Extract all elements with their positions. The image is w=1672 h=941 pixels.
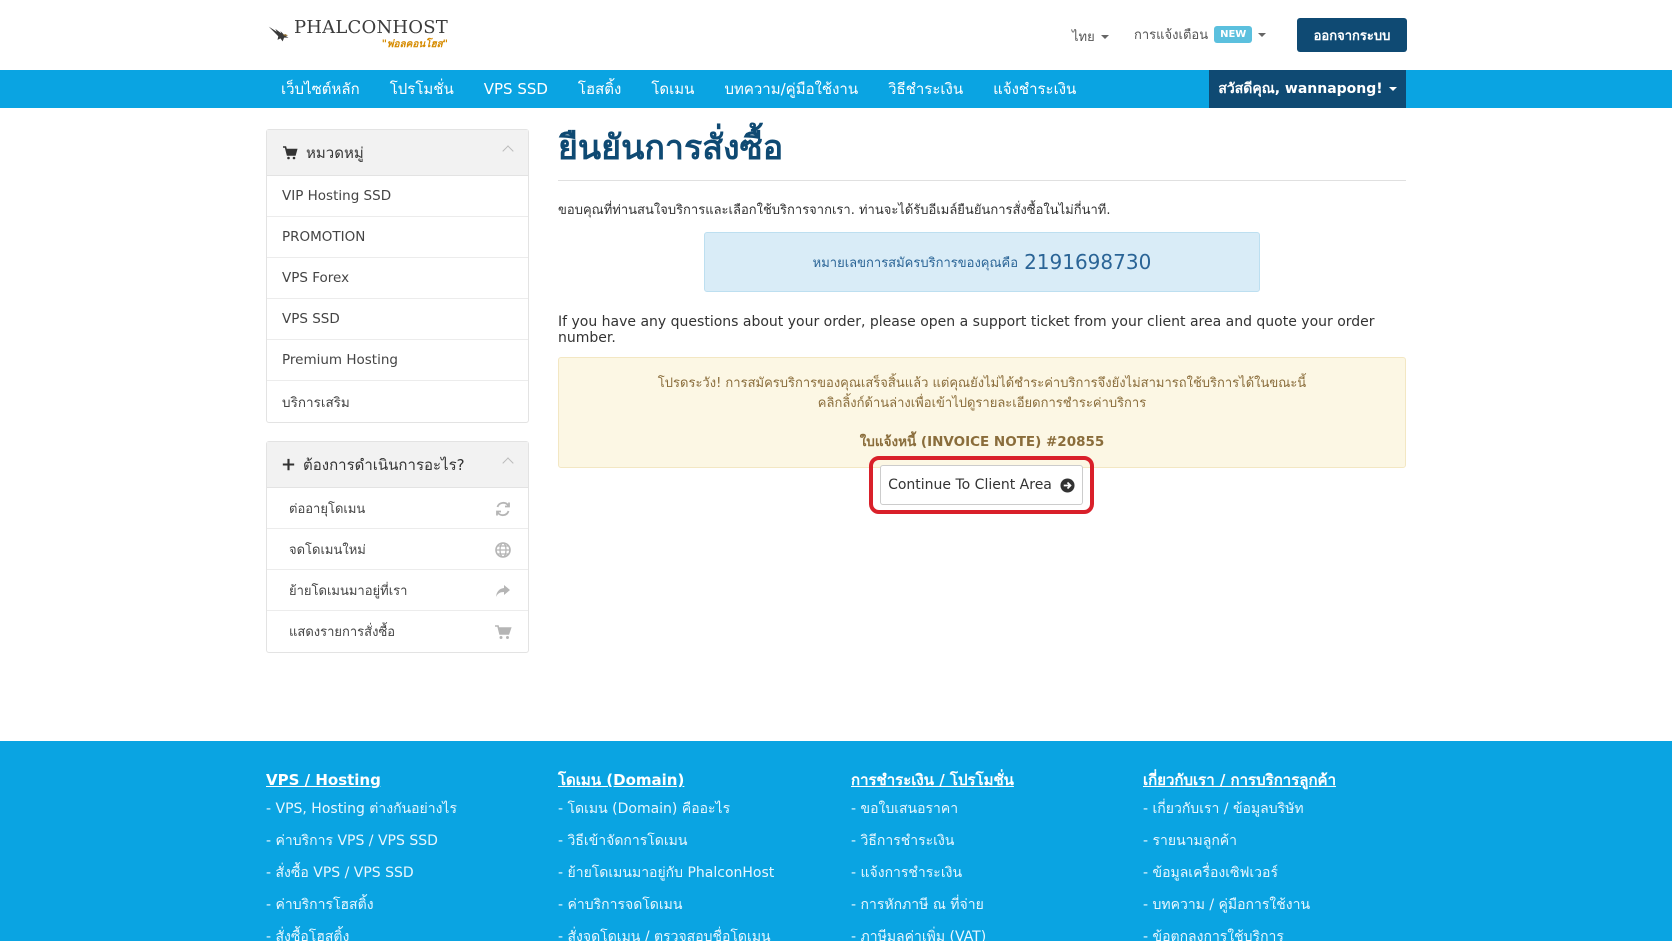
phalconhost-logo[interactable]: PHALCONHOST "พ่อลคอนโฮส" xyxy=(268,10,448,58)
footer-heading[interactable]: โดเมน (Domain) xyxy=(558,767,838,793)
footer-link[interactable]: - ย้ายโดเมนมาอยู่กับ PhalconHost xyxy=(558,857,838,889)
plus-icon xyxy=(282,458,295,471)
footer-link[interactable]: - ภาษีมูลค่าเพิ่ม (VAT) xyxy=(851,921,1131,941)
support-message: If you have any questions about your ord… xyxy=(558,314,1375,346)
chevron-up-icon xyxy=(502,457,514,469)
continue-to-client-area-button[interactable]: Continue To Client Area xyxy=(880,465,1083,505)
footer-col-about: เกี่ยวกับเรา / การบริการลูกค้า - เกี่ยวก… xyxy=(1143,767,1423,941)
refresh-icon xyxy=(496,501,510,517)
cta-highlight: Continue To Client Area xyxy=(869,456,1094,514)
action-label: จดโดเมนใหม่ xyxy=(289,542,366,558)
order-number-label: หมายเลขการสมัครบริการของคุณคือ xyxy=(812,255,1019,271)
category-vps-forex[interactable]: VPS Forex xyxy=(267,258,528,299)
user-greeting: สวัสดีคุณ, wannapong! xyxy=(1218,81,1383,97)
categories-title: หมวดหมู่ xyxy=(306,143,364,162)
nav-promotion[interactable]: โปรโมชั่น xyxy=(390,77,454,101)
nav-items: เว็บไซต์หลัก โปรโมชั่น VPS SSD โฮสติ้ง โ… xyxy=(266,70,1091,108)
action-label: ต่ออายุโดเมน xyxy=(289,501,366,517)
actions-header[interactable]: ต้องการดำเนินการอะไร? xyxy=(267,442,528,488)
footer-col-domain: โดเมน (Domain) - โดเมน (Domain) คืออะไร … xyxy=(558,767,838,941)
footer-col-payment: การชำระเงิน / โปรโมชั่น - ขอใบเสนอราคา -… xyxy=(851,767,1131,941)
main-nav: เว็บไซต์หลัก โปรโมชั่น VPS SSD โฮสติ้ง โ… xyxy=(0,70,1672,108)
action-transfer-domain[interactable]: ย้ายโดเมนมาอยู่ที่เรา xyxy=(267,570,528,611)
footer-heading[interactable]: VPS / Hosting xyxy=(266,767,546,793)
footer-link[interactable]: - โดเมน (Domain) คืออะไร xyxy=(558,793,838,825)
eagle-logo-icon xyxy=(268,26,289,42)
user-menu-dropdown[interactable]: สวัสดีคุณ, wannapong! xyxy=(1209,70,1406,108)
arrow-circle-right-icon xyxy=(1060,477,1075,493)
footer-link[interactable]: - ค่าบริการ VPS / VPS SSD xyxy=(266,825,546,857)
footer-heading[interactable]: การชำระเงิน / โปรโมชั่น xyxy=(851,767,1131,793)
payment-warning: โปรดระวัง! การสมัครบริการของคุณเสร็จสิ้น… xyxy=(558,357,1406,468)
footer-link[interactable]: - ขอใบเสนอราคา xyxy=(851,793,1131,825)
nav-articles[interactable]: บทความ/คู่มือใช้งาน xyxy=(724,77,858,101)
footer-link[interactable]: - VPS, Hosting ต่างกันอย่างไร xyxy=(266,793,546,825)
action-label: ย้ายโดเมนมาอยู่ที่เรา xyxy=(289,583,408,599)
chevron-up-icon xyxy=(502,145,514,157)
category-addons[interactable]: บริการเสริม xyxy=(267,381,528,422)
language-label: ไทย xyxy=(1072,30,1095,45)
footer-link[interactable]: - บทความ / คู่มือการใช้งาน xyxy=(1143,889,1423,921)
footer-link[interactable]: - วิธีการชำระเงิน xyxy=(851,825,1131,857)
language-dropdown[interactable]: ไทย xyxy=(1072,26,1109,47)
actions-panel: ต้องการดำเนินการอะไร? ต่ออายุโดเมน จดโดเ… xyxy=(266,441,529,653)
nav-payment-methods[interactable]: วิธีชำระเงิน xyxy=(888,77,963,101)
globe-icon xyxy=(495,542,511,558)
notifications-dropdown[interactable]: การแจ้งเตือน NEW xyxy=(1134,24,1267,45)
cart-icon xyxy=(283,145,298,159)
chevron-down-icon xyxy=(1258,32,1267,37)
categories-panel: หมวดหมู่ VIP Hosting SSD PROMOTION VPS F… xyxy=(266,129,529,423)
footer-link[interactable]: - แจ้งการชำระเงิน xyxy=(851,857,1131,889)
top-header: PHALCONHOST "พ่อลคอนโฮส" ไทย การแจ้งเตือ… xyxy=(0,0,1672,70)
footer-link[interactable]: - สั่งซื้อ VPS / VPS SSD xyxy=(266,857,546,889)
category-promotion[interactable]: PROMOTION xyxy=(267,217,528,258)
category-vps-ssd[interactable]: VPS SSD xyxy=(267,299,528,340)
nav-domain[interactable]: โดเมน xyxy=(651,77,694,101)
footer-link[interactable]: - ค่าบริการโฮสติ้ง xyxy=(266,889,546,921)
cta-label: Continue To Client Area xyxy=(888,477,1052,493)
action-label: แสดงรายการสั่งซื้อ xyxy=(289,625,396,640)
logout-button[interactable]: ออกจากระบบ xyxy=(1297,18,1407,52)
category-premium-hosting[interactable]: Premium Hosting xyxy=(267,340,528,381)
nav-payment-notify[interactable]: แจ้งชำระเงิน xyxy=(993,77,1076,101)
title-divider xyxy=(558,180,1406,181)
warning-line-2: คลิกลิ้งก์ด้านล่างเพื่อเข้าไปดูรายละเอีย… xyxy=(817,396,1147,411)
site-footer: VPS / Hosting - VPS, Hosting ต่างกันอย่า… xyxy=(0,741,1672,941)
order-confirmation-main: ยืนยันการสั่งซื้อ ขอบคุณที่ท่านสนใจบริกา… xyxy=(558,120,1406,514)
actions-title: ต้องการดำเนินการอะไร? xyxy=(303,455,465,474)
footer-link[interactable]: - สั่งซื้อโฮสติ้ง xyxy=(266,921,546,941)
chevron-down-icon xyxy=(1100,34,1109,39)
thanks-message: ขอบคุณที่ท่านสนใจบริการและเลือกใช้บริการ… xyxy=(558,203,1111,218)
nav-home[interactable]: เว็บไซต์หลัก xyxy=(281,77,360,101)
page-title: ยืนยันการสั่งซื้อ xyxy=(558,128,784,168)
footer-link[interactable]: - รายนามลูกค้า xyxy=(1143,825,1423,857)
order-number-box: หมายเลขการสมัครบริการของคุณคือ 219169873… xyxy=(704,232,1260,292)
footer-col-vps-hosting: VPS / Hosting - VPS, Hosting ต่างกันอย่า… xyxy=(266,767,546,941)
cart-icon xyxy=(495,625,512,639)
footer-link[interactable]: - วิธีเข้าจัดการโดเมน xyxy=(558,825,838,857)
share-arrow-icon xyxy=(496,585,510,597)
footer-link[interactable]: - เกี่ยวกับเรา / ข้อมูลบริษัท xyxy=(1143,793,1423,825)
categories-header[interactable]: หมวดหมู่ xyxy=(267,130,528,176)
order-number: 2191698730 xyxy=(1024,250,1152,274)
footer-link[interactable]: - ข้อตกลงการใช้บริการ xyxy=(1143,921,1423,941)
nav-vps-ssd[interactable]: VPS SSD xyxy=(484,80,548,98)
action-view-cart[interactable]: แสดงรายการสั่งซื้อ xyxy=(267,611,528,652)
action-register-domain[interactable]: จดโดเมนใหม่ xyxy=(267,529,528,570)
chevron-down-icon xyxy=(1388,87,1397,91)
new-badge: NEW xyxy=(1214,26,1253,43)
logo-tagline: "พ่อลคอนโฮส" xyxy=(381,38,448,50)
footer-heading[interactable]: เกี่ยวกับเรา / การบริการลูกค้า xyxy=(1143,767,1423,793)
footer-link[interactable]: - การหักภาษี ณ ที่จ่าย xyxy=(851,889,1131,921)
logo-name: PHALCONHOST xyxy=(293,16,448,38)
footer-link[interactable]: - สั่งจดโดเมน / ตรวจสอบชื่อโดเมน xyxy=(558,921,838,941)
footer-link[interactable]: - ข้อมูลเครื่องเซิฟเวอร์ xyxy=(1143,857,1423,889)
footer-link[interactable]: - ค่าบริการจดโดเมน xyxy=(558,889,838,921)
invoice-note: ใบแจ้งหนี้ (INVOICE NOTE) #20855 xyxy=(859,434,1105,450)
nav-hosting[interactable]: โฮสติ้ง xyxy=(578,77,621,101)
action-renew-domain[interactable]: ต่ออายุโดเมน xyxy=(267,488,528,529)
notifications-label: การแจ้งเตือน xyxy=(1134,28,1209,43)
category-vip-hosting-ssd[interactable]: VIP Hosting SSD xyxy=(267,176,528,217)
warning-line-1: โปรดระวัง! การสมัครบริการของคุณเสร็จสิ้น… xyxy=(657,376,1307,391)
